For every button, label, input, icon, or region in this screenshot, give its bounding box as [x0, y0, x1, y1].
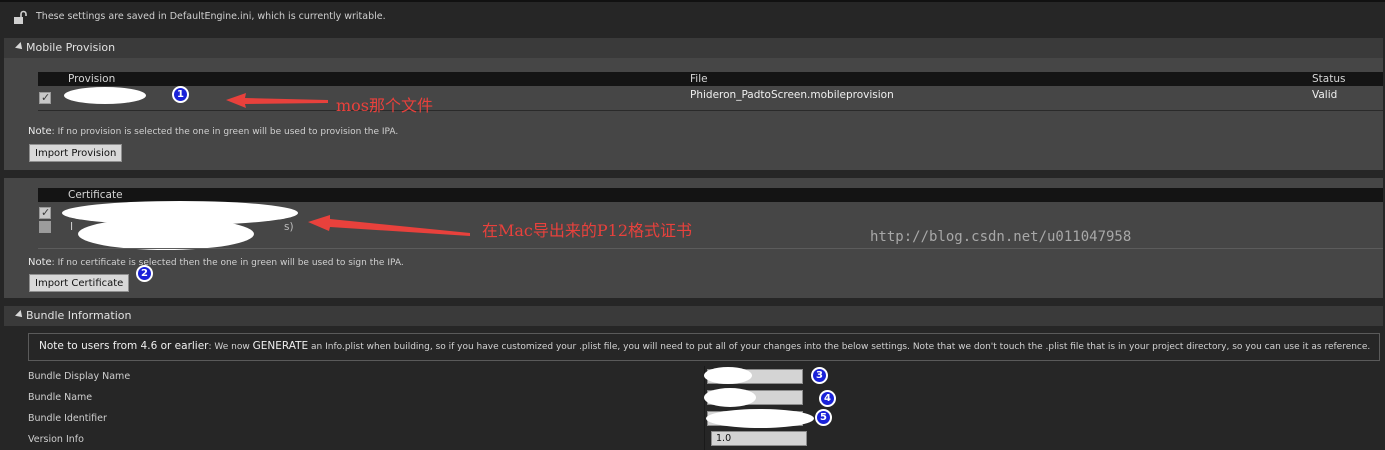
watermark: http://blog.csdn.net/u011047958: [870, 229, 1132, 245]
number-badge-4: 4: [819, 390, 836, 407]
number-badge-5: 5: [815, 409, 832, 426]
annotation-arrow-1: [226, 93, 328, 108]
number-badge-1: 1: [172, 86, 189, 103]
number-badge-2: 2: [136, 265, 153, 282]
number-badge-3: 3: [811, 367, 828, 384]
annotation-text-1: mos那个文件: [336, 96, 434, 115]
annotation-arrow-2: [308, 215, 470, 236]
annotation-arrows: [226, 93, 470, 236]
annotation-text-2: 在Mac导出来的P12格式证书: [482, 221, 693, 240]
